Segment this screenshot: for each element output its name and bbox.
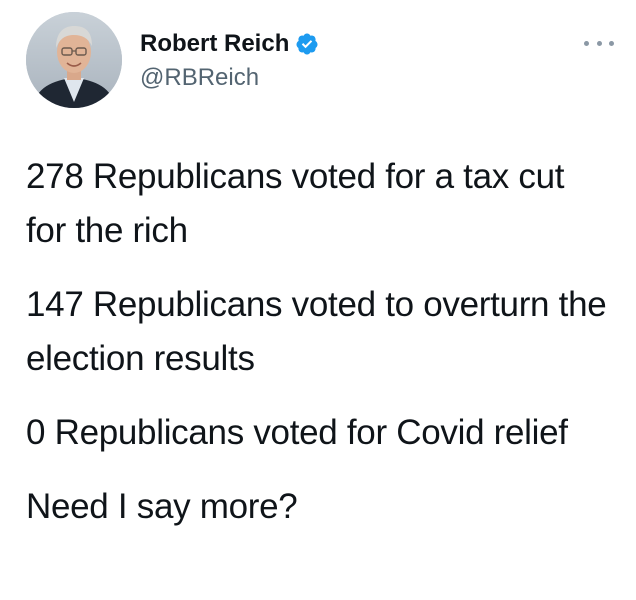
- display-name-row: Robert Reich: [140, 28, 319, 60]
- author-display-name[interactable]: Robert Reich: [140, 28, 289, 60]
- author-names: Robert Reich @RBReich: [140, 28, 319, 94]
- tweet-paragraph: 147 Republicans voted to overturn the el…: [26, 285, 607, 378]
- tweet-header: Robert Reich @RBReich: [26, 12, 616, 112]
- tweet-text: 278 Republicans voted for a tax cut for …: [26, 150, 611, 554]
- tweet-paragraph: Need I say more?: [26, 487, 298, 526]
- tweet-card: Robert Reich @RBReich 278 Republicans vo…: [0, 0, 636, 600]
- author-handle[interactable]: @RBReich: [140, 62, 319, 94]
- more-dot: [596, 40, 602, 46]
- author-avatar[interactable]: [26, 12, 122, 108]
- avatar-photo-icon: [26, 12, 122, 108]
- verified-badge-icon: [296, 33, 318, 55]
- more-dot: [609, 40, 614, 46]
- more-options-icon[interactable]: [584, 36, 614, 50]
- tweet-paragraph: 278 Republicans voted for a tax cut for …: [26, 157, 565, 250]
- tweet-paragraph: 0 Republicans voted for Covid relief: [26, 413, 568, 452]
- more-dot: [584, 40, 589, 46]
